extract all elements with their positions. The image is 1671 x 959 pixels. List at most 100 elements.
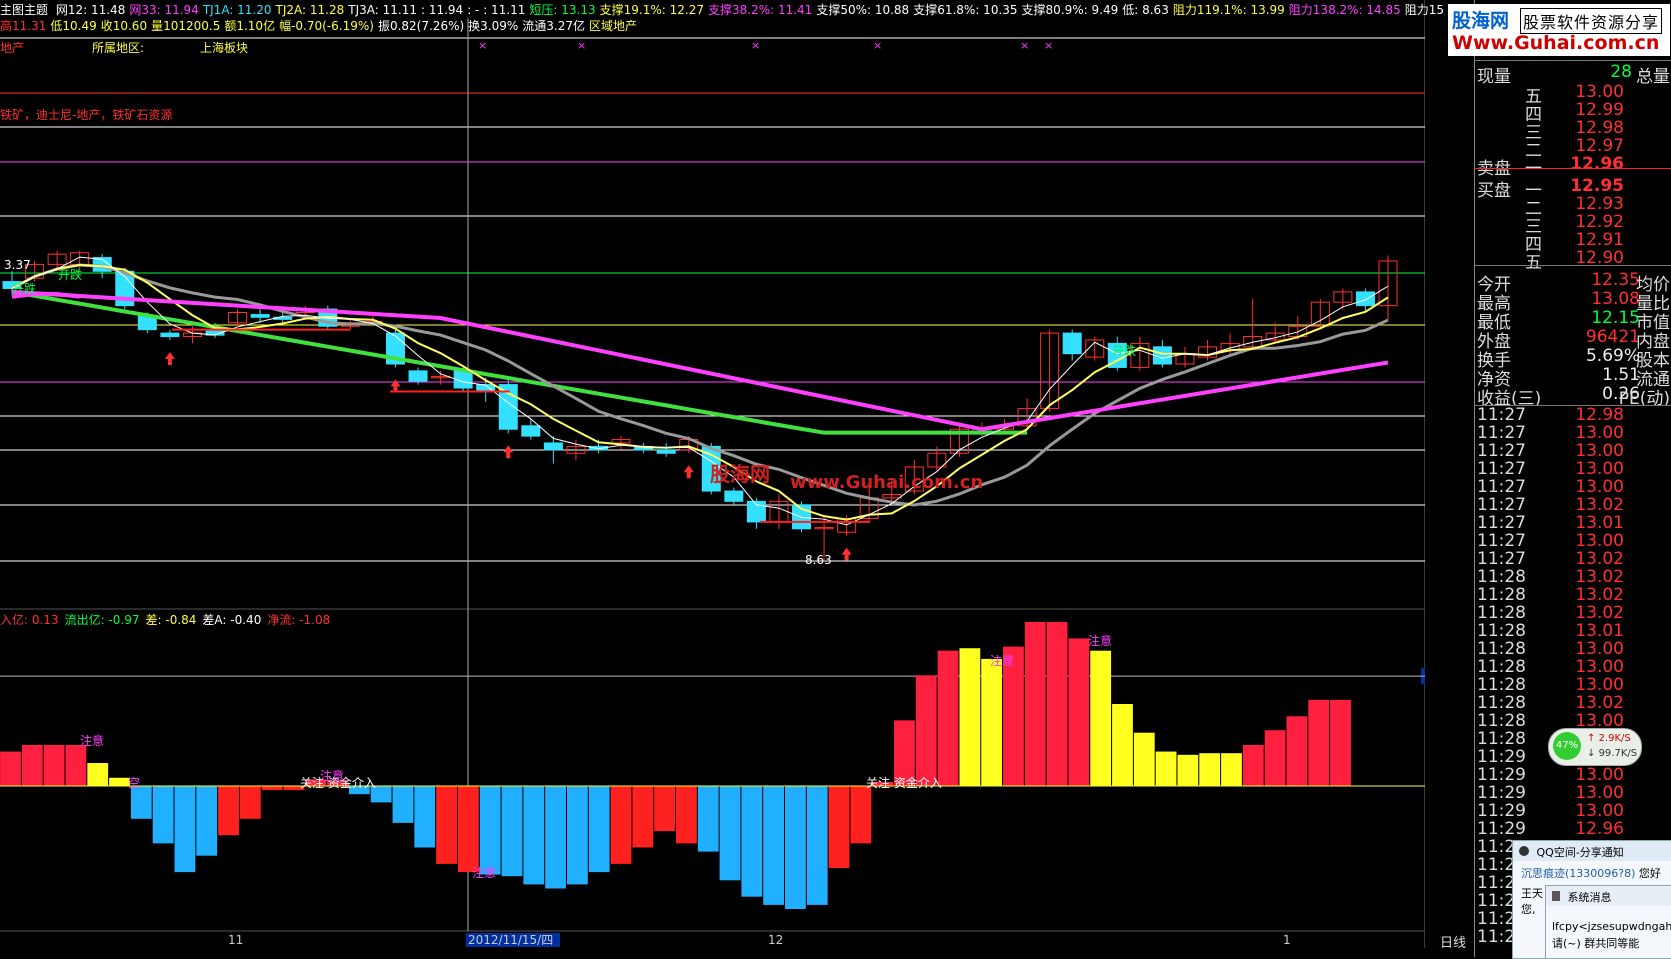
quote-panel: 现量 28 总量五 13.00 四 12.99 三 12.98 二 12.97 一 12.96 卖盘 买盘… <box>1474 0 1671 957</box>
tick-time: 11:28 <box>1477 621 1526 641</box>
flow-bar <box>1286 716 1308 786</box>
stat-value: 12.15 <box>1591 308 1640 328</box>
flow-bar <box>1177 754 1199 786</box>
flow-bar <box>697 786 719 852</box>
network-speed-widget[interactable]: 47% ↑ 2.9K/S ↓ 99.7K/S <box>1548 728 1642 766</box>
stats-legend-item: 幅-0.70(-6.19%) <box>279 19 374 33</box>
tick-row: 11:29 13.00 <box>1475 801 1671 821</box>
tick-time: 11:27 <box>1477 531 1526 551</box>
bid-row: 一 12.95 <box>1475 176 1671 201</box>
logo-slogan: 股票软件资源分享 <box>1520 8 1663 34</box>
volume-value: 28 <box>1610 62 1632 82</box>
tick-row: 11:2813.00 <box>1475 711 1671 731</box>
tick-time: 11:28 <box>1477 711 1526 731</box>
ma-legend: 主图主题 网12: 11.48 网33: 11.94 TJ1A: 11.20 TJ2A… <box>0 1 1448 18</box>
date-axis-label: 11 <box>228 933 243 947</box>
tick-row: 11:2813.00 <box>1475 675 1671 695</box>
indicator-annotation: 注意 <box>320 768 344 783</box>
indicator-annotation: 关注 资金介入 <box>866 775 942 790</box>
tick-row: 11:27 13.00 <box>1475 531 1671 551</box>
flow-bar <box>981 658 1003 786</box>
candle-body <box>1062 332 1082 355</box>
flow-bar <box>1112 704 1133 786</box>
candle-body <box>724 490 744 502</box>
tick-time: 11:28 <box>1477 585 1526 605</box>
tick-row: 11:29 13.00 <box>1475 783 1671 803</box>
ma-legend-item: 网33: 11.94 <box>129 3 199 17</box>
date-axis-label: 12 <box>768 933 783 947</box>
ask-row: 三 12.98 <box>1475 118 1671 143</box>
ask-price: 12.97 <box>1575 136 1624 156</box>
tick-price: 13.00 <box>1575 675 1624 695</box>
chart-title: 主图主题 <box>0 3 49 17</box>
speed-percent: 47% <box>1553 732 1581 760</box>
stats-legend-item: 收10.60 <box>100 19 148 33</box>
indicator-annotation: 注意 <box>80 733 104 748</box>
tick-price: 12.98 <box>1575 405 1624 425</box>
tick-price: 13.02 <box>1575 549 1624 569</box>
tick-row: 11:27 13.02 <box>1475 549 1671 569</box>
ma-mid-line <box>11 263 1389 507</box>
tick-row: 11:27 13.00 <box>1475 459 1671 479</box>
candle-body <box>408 370 428 382</box>
popup-title-bar: QQ空间-分享通知 <box>1513 841 1671 861</box>
chart-area[interactable]: 16.0015.5015.0014.5014.0013.5013.0012.50… <box>0 0 1466 957</box>
tick-time: 11:29 <box>1477 765 1526 785</box>
tick-row: 11:28 13.01 <box>1475 621 1671 641</box>
ask-price: 12.99 <box>1575 100 1624 120</box>
ma-legend-item: : 11.94 <box>420 3 464 17</box>
signal-marker: × <box>751 39 760 52</box>
flow-bar <box>1090 650 1112 786</box>
flow-bar <box>109 777 130 786</box>
flow-bar <box>130 786 152 819</box>
flow-bar <box>588 786 610 873</box>
signal-marker: × <box>577 39 586 52</box>
bid-price: 12.95 <box>1570 176 1624 196</box>
indicator-legend: 入亿: 0.13 流出亿: -0.97 差: -0.84 差A: -0.40 净流: -… <box>0 611 336 628</box>
tick-price: 13.00 <box>1575 765 1624 785</box>
flow-bar <box>0 751 21 786</box>
tick-time: 11:27 <box>1477 495 1526 515</box>
low-price-label: 8.63 <box>805 553 832 567</box>
flow-bar <box>1221 753 1242 786</box>
stats-legend-item: 量101200.5 <box>151 19 221 33</box>
ma-legend-item: 支撑61.8%: 10.35 <box>913 3 1018 17</box>
flow-bar <box>959 648 981 786</box>
logo-url: Www.Guhai.com.cn <box>1452 32 1660 54</box>
signal-marker: × <box>873 39 882 52</box>
flow-bar <box>152 786 174 844</box>
flow-bar <box>828 786 850 868</box>
ma-legend-item: 支撑19.1%: 12.27 <box>599 3 704 17</box>
stat-value: 13.08 <box>1591 289 1640 309</box>
indicator-legend-item: 入亿: 0.13 <box>0 613 59 627</box>
tick-row: 11:27 12.98 <box>1475 405 1671 425</box>
tick-row: 11:27 13.00 <box>1475 441 1671 461</box>
tick-time: 11:29 <box>1477 783 1526 803</box>
quote-volume-row: 现量 28 总量 <box>1475 62 1671 87</box>
tick-row: 11:28 13.02 <box>1475 693 1671 713</box>
ma-legend-item: 阻力119.1%: 13.99 <box>1172 3 1285 17</box>
tick-row: 11:29 13.00 <box>1475 765 1671 785</box>
stat-row: 收益(三) 0.26 PE(动) <box>1475 384 1671 409</box>
flow-bar <box>1264 730 1286 786</box>
tick-price: 13.00 <box>1575 657 1624 677</box>
flow-bar <box>850 786 872 844</box>
flow-bar <box>65 745 87 786</box>
tick-row: 11:27 13.01 <box>1475 513 1671 533</box>
ma-legend-item: 阻力15 <box>1404 3 1445 17</box>
indicator-annotation: 注意 <box>1088 633 1112 648</box>
indicator-legend-item: 差A: -0.40 <box>202 613 262 627</box>
tick-time: 11:28 <box>1477 567 1526 587</box>
flow-bar <box>21 745 43 786</box>
system-message-popup[interactable]: 系统消息 lfcpy<jzsesupwdngah( 请(~) 群共同等能 <box>1545 885 1671 959</box>
region-value: 上海板块 <box>200 41 249 55</box>
tick-price: 12.96 <box>1575 819 1624 839</box>
stat-row: 今开 12.35 均价 <box>1475 270 1671 295</box>
watermark-cn: 股海网 <box>710 462 770 486</box>
ma-legend-item: TJ1A: 11.20 <box>202 3 272 17</box>
flow-bar <box>392 786 414 823</box>
flow-bar <box>566 786 588 885</box>
tick-price: 13.02 <box>1575 585 1624 605</box>
period-label[interactable]: 日线 <box>1440 932 1466 951</box>
tick-time: 11:2 <box>1477 873 1516 893</box>
